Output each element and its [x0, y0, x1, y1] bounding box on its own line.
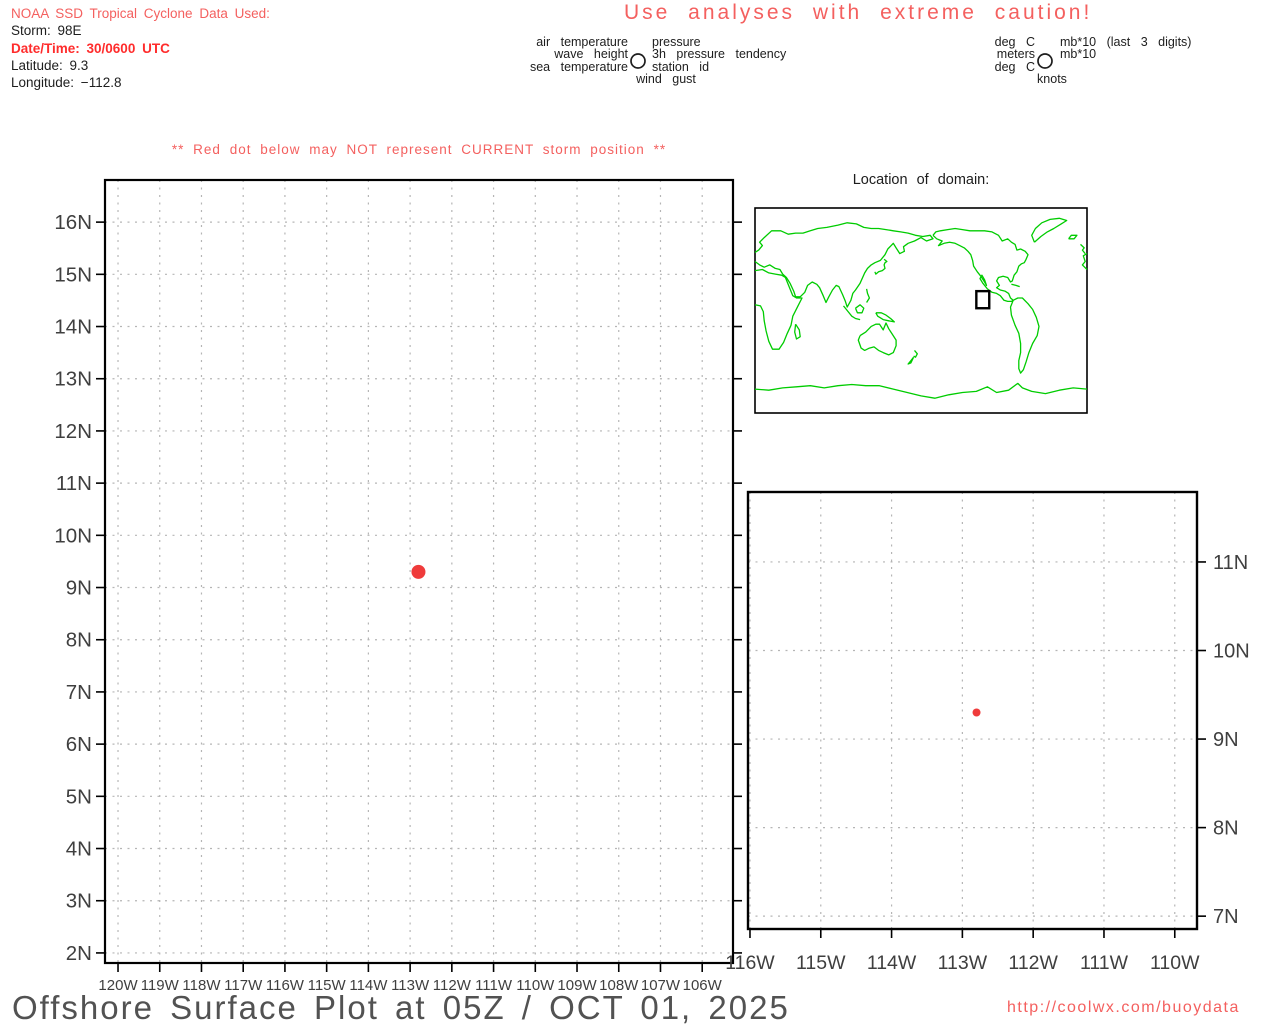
coastline: [913, 349, 918, 358]
main-plot-y-tick-label: 11N: [56, 472, 92, 495]
coastline: [794, 323, 801, 340]
coastline: [1080, 243, 1086, 255]
coastline: [754, 222, 934, 308]
main-plot-y-tick-label: 16N: [54, 211, 92, 234]
main-plot-y-tick-label: 9N: [66, 577, 92, 600]
zoom-plot-x-tick-label: 111W: [1080, 952, 1129, 974]
coastline: [754, 382, 1088, 399]
main-plot-y-tick-label: 15N: [54, 263, 92, 286]
main-plot-y-tick-label: 7N: [66, 681, 92, 704]
main-plot-y-tick-label: 2N: [66, 942, 92, 965]
coastline: [1068, 234, 1078, 240]
plots-canvas: 120W 119W 118W 117W 116W 115W 114W 113W 112W 111W…: [54, 178, 1250, 994]
coastline: [907, 356, 915, 365]
zoom-plot-x-tick-label: 110W: [1150, 952, 1200, 974]
page-title: Offshore Surface Plot at 05Z / OCT 01, 2…: [12, 989, 790, 1024]
zoom-plot-y-tick-label: 10N: [1213, 641, 1250, 663]
main-plot-y-tick-label: 12N: [54, 420, 92, 443]
domain-box: [975, 289, 991, 310]
main-plot-y-tick-label: 10N: [54, 524, 92, 547]
zoom-plot: 116W 115W 114W 113W 112W 111W 110W 7N 8N 9N 10N 11N: [725, 490, 1250, 974]
storm-position-dot: [411, 564, 426, 579]
zoom-plot-x-tick-label: 116W: [725, 952, 775, 974]
zoom-plot-x-tick-label: 113W: [938, 952, 988, 974]
zoom-plot-y-tick-label: 8N: [1213, 818, 1239, 840]
zoom-plot-y-tick-label: 9N: [1213, 729, 1239, 751]
main-plot-y-tick-label: 13N: [54, 368, 92, 391]
zoom-plot-y-tick-label: 11N: [1213, 552, 1248, 574]
storm-position-dot: [972, 708, 981, 717]
main-plot-y-tick-label: 8N: [66, 629, 92, 652]
coastline: [1011, 283, 1020, 288]
world-map: [754, 207, 1088, 414]
main-plot-y-tick-label: 4N: [66, 838, 92, 861]
main-plot: 120W 119W 118W 117W 116W 115W 114W 113W 112W 111W…: [54, 178, 742, 994]
coastline: [865, 288, 871, 303]
coastline: [754, 268, 803, 350]
main-plot-y-tick-label: 6N: [66, 733, 92, 756]
main-plot-y-tick-label: 14N: [54, 316, 92, 339]
zoom-plot-x-tick-label: 112W: [1008, 952, 1058, 974]
zoom-plot-x-tick-label: 115W: [796, 952, 846, 974]
offshore-surface-plot-page: NOAA SSD Tropical Cyclone Data Used: Sto…: [0, 0, 1280, 1024]
main-plot-y-tick-label: 3N: [66, 890, 92, 913]
coastline: [854, 304, 865, 314]
coastline: [1031, 217, 1068, 243]
zoom-plot-y-tick-label: 7N: [1213, 906, 1239, 928]
source-url: http://coolwx.com/buoydata: [1007, 999, 1240, 1016]
main-plot-y-tick-label: 5N: [66, 785, 92, 808]
zoom-plot-x-tick-label: 114W: [867, 952, 917, 974]
coastline: [1009, 297, 1040, 374]
coastline: [857, 322, 897, 356]
coastline: [875, 312, 895, 323]
